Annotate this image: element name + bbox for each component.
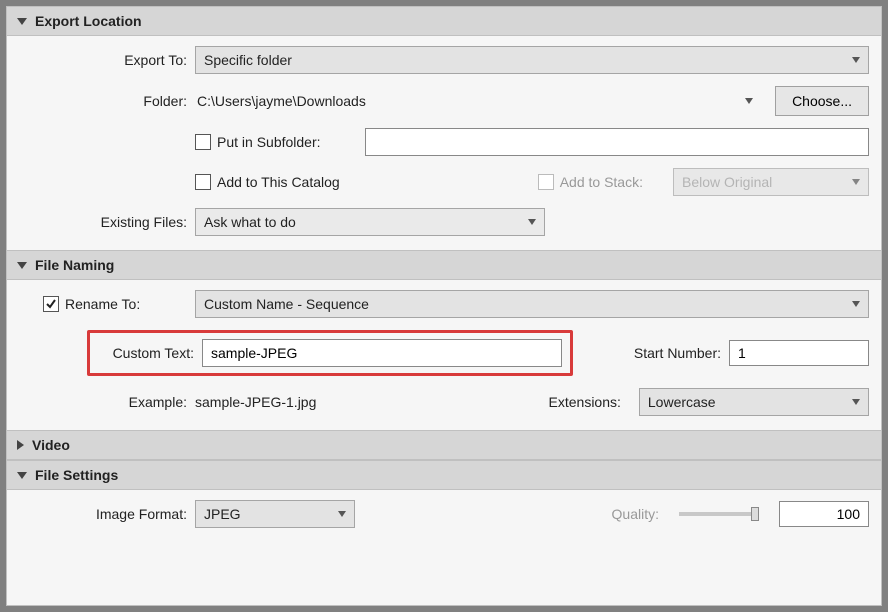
extensions-select[interactable]: Lowercase xyxy=(639,388,869,416)
example-value: sample-JPEG-1.jpg xyxy=(195,394,316,410)
custom-text-input[interactable] xyxy=(202,339,562,367)
chevron-down-icon xyxy=(852,399,860,405)
section-title-export-location: Export Location xyxy=(35,13,142,29)
add-to-stack-select: Below Original xyxy=(673,168,869,196)
export-panel: Export Location Export To: Specific fold… xyxy=(6,6,882,606)
chevron-down-icon xyxy=(852,301,860,307)
chevron-down-icon xyxy=(528,219,536,225)
section-header-export-location[interactable]: Export Location xyxy=(7,7,881,36)
example-label: Example: xyxy=(19,394,195,410)
chevron-down-icon xyxy=(338,511,346,517)
folder-label: Folder: xyxy=(19,93,195,109)
section-body-export-location: Export To: Specific folder Folder: C:\Us… xyxy=(7,36,881,250)
section-header-video[interactable]: Video xyxy=(7,430,881,460)
put-in-subfolder-checkbox[interactable]: Put in Subfolder: xyxy=(195,134,321,150)
slider-thumb-icon[interactable] xyxy=(751,507,759,521)
rename-scheme-select[interactable]: Custom Name - Sequence xyxy=(195,290,869,318)
section-header-file-naming[interactable]: File Naming xyxy=(7,250,881,280)
disclosure-down-icon xyxy=(17,18,27,25)
chevron-down-icon xyxy=(852,179,860,185)
section-header-file-settings[interactable]: File Settings xyxy=(7,460,881,490)
rename-to-checkbox[interactable]: Rename To: xyxy=(43,296,187,312)
image-format-value: JPEG xyxy=(204,506,241,522)
quality-label: Quality: xyxy=(612,506,659,522)
disclosure-down-icon xyxy=(17,262,27,269)
image-format-label: Image Format: xyxy=(19,506,195,522)
start-number-label: Start Number: xyxy=(634,345,729,361)
disclosure-right-icon xyxy=(17,440,24,450)
section-body-file-settings: Image Format: JPEG Quality: xyxy=(7,490,881,528)
add-to-stack-checkbox: Add to Stack: xyxy=(538,174,643,190)
custom-text-label: Custom Text: xyxy=(98,345,202,361)
export-to-value: Specific folder xyxy=(204,52,292,68)
rename-to-label: Rename To: xyxy=(65,296,140,312)
start-number-input[interactable] xyxy=(729,340,869,366)
section-body-file-naming: Rename To: Custom Name - Sequence Custom… xyxy=(7,280,881,430)
folder-path-text: C:\Users\jayme\Downloads xyxy=(195,93,731,109)
quality-input[interactable] xyxy=(779,501,869,527)
extensions-label: Extensions: xyxy=(549,394,629,410)
add-to-stack-value: Below Original xyxy=(682,174,772,190)
extensions-value: Lowercase xyxy=(648,394,716,410)
rename-scheme-value: Custom Name - Sequence xyxy=(204,296,369,312)
chevron-down-icon xyxy=(852,57,860,63)
add-to-catalog-checkbox[interactable]: Add to This Catalog xyxy=(195,174,340,190)
add-to-catalog-label: Add to This Catalog xyxy=(217,174,340,190)
export-to-label: Export To: xyxy=(19,52,195,68)
existing-files-value: Ask what to do xyxy=(204,214,296,230)
put-in-subfolder-label: Put in Subfolder: xyxy=(217,134,321,150)
custom-text-highlight: Custom Text: xyxy=(87,330,573,376)
disclosure-down-icon xyxy=(17,472,27,479)
existing-files-select[interactable]: Ask what to do xyxy=(195,208,545,236)
folder-dropdown-icon[interactable] xyxy=(745,98,753,104)
export-to-select[interactable]: Specific folder xyxy=(195,46,869,74)
existing-files-label: Existing Files: xyxy=(19,214,195,230)
add-to-stack-label: Add to Stack: xyxy=(560,174,643,190)
choose-button[interactable]: Choose... xyxy=(775,86,869,116)
subfolder-input[interactable] xyxy=(365,128,869,156)
image-format-select[interactable]: JPEG xyxy=(195,500,355,528)
section-title-video: Video xyxy=(32,437,70,453)
section-title-file-naming: File Naming xyxy=(35,257,114,273)
quality-slider[interactable] xyxy=(679,512,759,516)
section-title-file-settings: File Settings xyxy=(35,467,118,483)
